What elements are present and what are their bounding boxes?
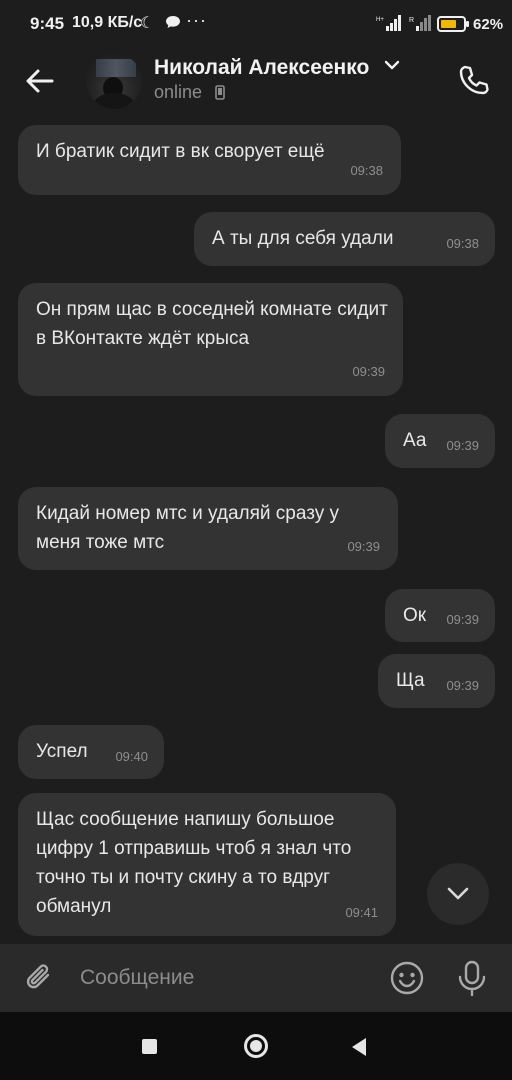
contact-name[interactable]: Николай Алексеенко — [154, 56, 369, 80]
paperclip-icon — [26, 964, 50, 989]
avatar[interactable] — [86, 53, 142, 109]
message-incoming[interactable]: Кидай номер мтс и удаляй сразу у меня то… — [18, 487, 398, 570]
message-text: А ты для себя удали — [212, 228, 394, 249]
message-time: 09:39 — [347, 539, 380, 554]
battery-icon — [437, 16, 469, 37]
message-time: 09:39 — [352, 364, 385, 379]
emoji-button[interactable] — [389, 960, 425, 996]
message-outgoing[interactable]: А ты для себя удали 09:38 — [194, 212, 495, 266]
emoji-icon — [390, 961, 424, 995]
chevron-down-icon[interactable] — [384, 58, 400, 76]
message-outgoing[interactable]: Аа 09:39 — [385, 414, 495, 468]
svg-text:H+: H+ — [376, 17, 384, 23]
recents-button[interactable] — [142, 1039, 157, 1054]
voice-message-button[interactable] — [455, 959, 489, 997]
message-time: 09:39 — [446, 438, 479, 453]
arrow-left-icon — [26, 69, 54, 93]
status-bar: 9:45 10,9 КБ/с ☾ ··· H+ R 62% — [0, 0, 512, 48]
message-time: 09:38 — [350, 163, 383, 178]
system-back-button[interactable] — [352, 1038, 366, 1056]
mobile-device-icon — [215, 85, 225, 105]
microphone-icon — [458, 960, 486, 997]
message-incoming[interactable]: Щас сообщение напишу большое цифру 1 отп… — [18, 793, 396, 936]
phone-icon — [459, 65, 489, 95]
attach-button[interactable] — [22, 960, 58, 996]
message-outgoing[interactable]: Ок 09:39 — [385, 589, 495, 642]
message-text: И братик сидит в вк сворует ещё — [36, 141, 325, 162]
signal-icon: H+ — [376, 15, 402, 36]
home-button[interactable] — [244, 1034, 268, 1058]
message-composer — [0, 944, 512, 1012]
chat-header: Николай Алексеенко online — [0, 48, 512, 120]
message-text: Щас сообщение напишу большое цифру 1 отп… — [36, 809, 352, 917]
svg-text:R: R — [409, 17, 414, 24]
message-list[interactable]: И братик сидит в вк сворует ещё 09:38 А … — [0, 120, 512, 944]
status-network-speed: 10,9 КБ/с — [72, 14, 143, 31]
chat-bubble-icon — [166, 15, 180, 33]
message-input[interactable] — [80, 962, 360, 994]
message-time: 09:39 — [446, 612, 479, 627]
message-text: Кидай номер мтс и удаляй сразу у меня то… — [36, 503, 339, 553]
message-time: 09:41 — [345, 905, 378, 920]
chevron-down-icon — [447, 887, 469, 900]
status-time: 9:45 — [30, 14, 65, 33]
message-incoming[interactable]: Он прям щас в соседней комнате сидит в В… — [18, 283, 403, 396]
back-button[interactable] — [22, 63, 58, 99]
message-time: 09:38 — [446, 236, 479, 251]
contact-status: online — [154, 82, 203, 102]
message-outgoing[interactable]: Ща 09:39 — [378, 654, 495, 708]
battery-percent: 62% — [473, 16, 504, 33]
message-time: 09:39 — [446, 678, 479, 693]
system-navigation-bar — [0, 1012, 512, 1080]
status-more-icon: ··· — [186, 10, 207, 30]
moon-icon: ☾ — [140, 15, 155, 32]
message-time: 09:40 — [115, 749, 148, 764]
signal-roaming-icon: R — [409, 15, 431, 36]
message-incoming[interactable]: И братик сидит в вк сворует ещё 09:38 — [18, 125, 401, 195]
call-button[interactable] — [456, 62, 492, 98]
message-incoming[interactable]: Успел 09:40 — [18, 725, 164, 779]
scroll-to-bottom-button[interactable] — [427, 863, 489, 925]
message-text: Он прям щас в соседней комнате сидит в В… — [36, 299, 388, 349]
